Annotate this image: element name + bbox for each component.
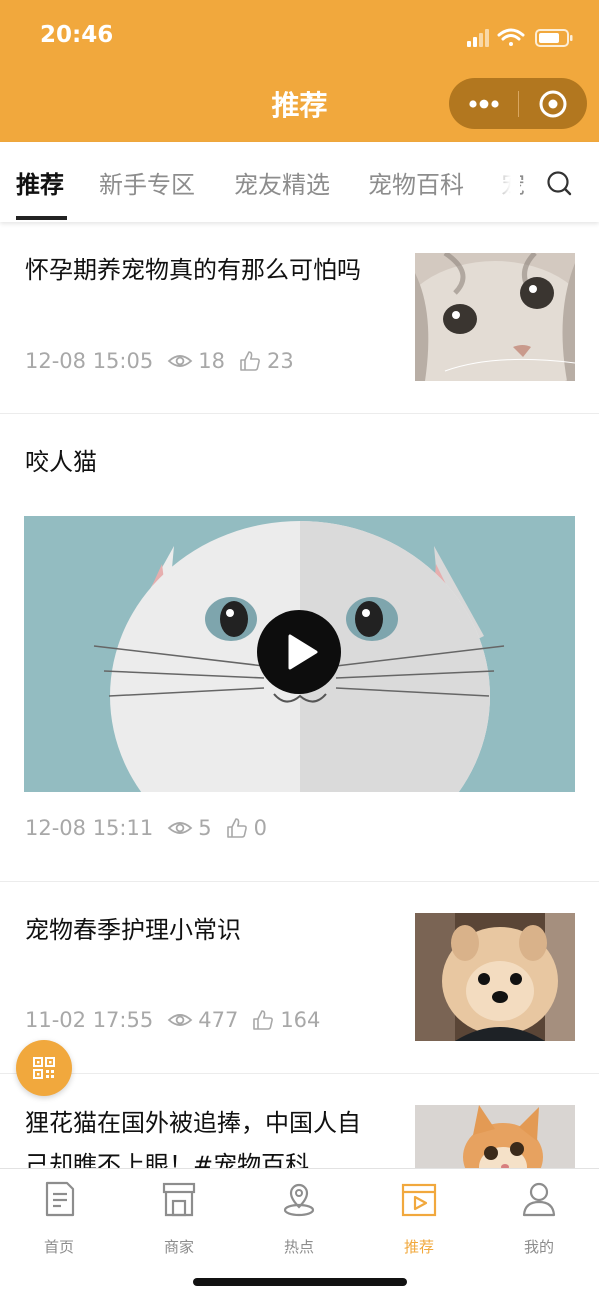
search-button[interactable] <box>530 142 599 220</box>
eye-icon <box>167 822 193 834</box>
tab-fade <box>490 142 520 218</box>
eye-icon <box>167 355 193 367</box>
location-icon <box>283 1183 315 1217</box>
like-count: 0 <box>253 816 267 840</box>
play-button[interactable] <box>257 610 341 694</box>
article-title: 怀孕期养宠物真的有那么可怕吗 <box>25 256 361 284</box>
article-title-line: 狸花猫在国外被追捧，中国人自 <box>25 1109 361 1137</box>
article-title: 宠物春季护理小常识 <box>25 916 241 944</box>
play-icon <box>288 634 318 670</box>
close-button[interactable] <box>519 78 587 129</box>
header: 20:46 推荐 <box>0 0 599 142</box>
thumbs-up-icon <box>226 818 247 838</box>
tabbar-label: 推荐 <box>403 1238 434 1256</box>
more-button[interactable] <box>449 78 517 129</box>
tab-featured[interactable]: 宠友精选 <box>234 165 330 200</box>
article-item[interactable]: 狸花猫在国外被追捧，中国人自 己却瞧不上眼！#宠物百科 <box>0 1073 599 1168</box>
article-feed: 怀孕期养宠物真的有那么可怕吗 12-08 15:05 18 23 咬人猫 12-… <box>0 222 599 1168</box>
signal-icon <box>467 29 489 47</box>
like-count: 164 <box>280 1008 321 1032</box>
status-icons <box>467 28 573 47</box>
document-icon <box>45 1181 75 1217</box>
tabbar-item-recommend[interactable]: 推荐 <box>369 1179 469 1259</box>
target-icon <box>539 90 567 118</box>
article-thumbnail <box>415 913 575 1041</box>
kitten-face-image <box>415 253 575 381</box>
article-meta: 12-08 15:11 5 0 <box>25 813 267 843</box>
category-tabs: 推荐 新手专区 宠友精选 宠物百科 宠 <box>0 142 599 222</box>
more-dots-icon <box>469 99 499 109</box>
article-date: 12-08 15:11 <box>25 816 154 840</box>
qr-code-icon <box>33 1057 55 1079</box>
view-count: 477 <box>198 1008 239 1032</box>
wifi-icon <box>497 28 525 46</box>
article-title: 狸花猫在国外被追捧，中国人自 己却瞧不上眼！#宠物百科 <box>25 1102 361 1168</box>
store-icon <box>162 1182 196 1217</box>
mini-program-capsule <box>449 78 587 129</box>
tabbar-label: 商家 <box>163 1238 194 1256</box>
eye-icon <box>167 1014 193 1026</box>
tabbar-item-profile[interactable]: 我的 <box>489 1179 589 1259</box>
article-date: 12-08 15:05 <box>25 349 154 373</box>
active-tab-indicator <box>16 216 67 220</box>
tabbar-item-home[interactable]: 首页 <box>9 1179 109 1259</box>
video-player[interactable] <box>24 516 575 792</box>
tabbar-label: 热点 <box>283 1238 314 1256</box>
tabbar-label: 我的 <box>523 1238 554 1256</box>
article-title-line: 己却瞧不上眼！#宠物百科 <box>25 1151 310 1168</box>
view-count: 18 <box>198 349 225 373</box>
article-meta: 11-02 17:55 477 164 <box>25 1005 320 1035</box>
home-indicator[interactable] <box>193 1278 407 1286</box>
battery-icon <box>535 29 573 47</box>
search-icon <box>547 171 572 196</box>
article-item-video[interactable]: 咬人猫 12-08 15:11 5 0 <box>0 413 599 882</box>
like-count: 23 <box>266 349 294 373</box>
article-thumbnail <box>415 253 575 381</box>
article-meta: 12-08 15:05 18 23 <box>25 346 294 376</box>
pomeranian-image <box>415 913 575 1041</box>
orange-kitten-image <box>415 1105 575 1168</box>
tab-recommend[interactable]: 推荐 <box>16 165 64 200</box>
article-date: 11-02 17:55 <box>25 1008 154 1032</box>
tab-beginner[interactable]: 新手专区 <box>99 165 195 200</box>
tabbar-label: 首页 <box>43 1238 74 1256</box>
thumbs-up-icon <box>240 351 260 371</box>
bottom-tab-bar: 首页 商家 热点 推荐 我的 <box>0 1168 599 1301</box>
view-count: 5 <box>198 816 212 840</box>
video-icon <box>401 1183 437 1217</box>
article-item[interactable]: 怀孕期养宠物真的有那么可怕吗 12-08 15:05 18 23 <box>0 222 599 414</box>
status-time: 20:46 <box>40 22 114 48</box>
tabbar-item-store[interactable]: 商家 <box>129 1179 229 1259</box>
article-title: 咬人猫 <box>25 448 97 476</box>
qr-code-button[interactable] <box>16 1040 72 1096</box>
article-thumbnail <box>415 1105 575 1168</box>
tab-encyclopedia[interactable]: 宠物百科 <box>368 165 464 200</box>
article-item[interactable]: 宠物春季护理小常识 11-02 17:55 477 164 <box>0 881 599 1074</box>
user-icon <box>522 1182 556 1217</box>
thumbs-up-icon <box>253 1010 274 1030</box>
tabbar-item-hot[interactable]: 热点 <box>249 1179 349 1259</box>
